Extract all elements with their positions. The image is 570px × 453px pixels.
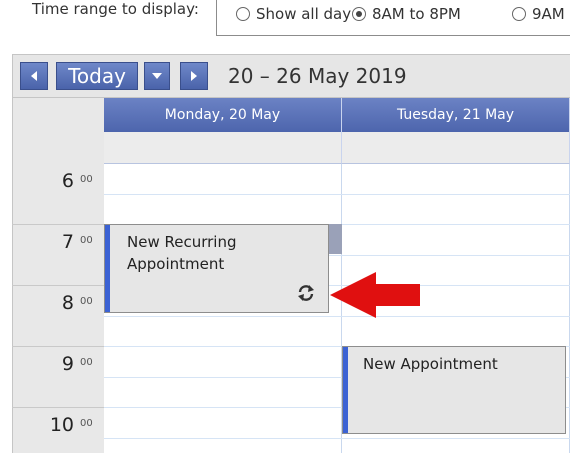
all-day-cell-tuesday[interactable] bbox=[342, 132, 570, 164]
appointment[interactable]: New Appointment bbox=[342, 346, 566, 434]
radio-8am-8pm[interactable]: 8AM to 8PM bbox=[352, 5, 461, 23]
minute-label: 00 bbox=[80, 235, 93, 246]
hour-label-7: 7 bbox=[61, 231, 74, 253]
appointment-status-bar bbox=[343, 347, 348, 433]
appointment-title: New Appointment bbox=[363, 355, 498, 373]
radio-label: 8AM to 8PM bbox=[372, 5, 461, 23]
appointment-overflow-strip bbox=[329, 224, 342, 254]
today-button[interactable]: Today bbox=[56, 62, 138, 90]
time-range-label: Time range to display: bbox=[32, 0, 199, 18]
next-week-button[interactable] bbox=[180, 62, 208, 90]
prev-week-button[interactable] bbox=[20, 62, 48, 90]
minute-label: 00 bbox=[80, 174, 93, 185]
appointment-status-bar bbox=[105, 225, 110, 312]
hour-divider bbox=[12, 407, 104, 408]
radio-button[interactable] bbox=[512, 7, 526, 21]
grid-corner bbox=[12, 98, 104, 164]
hour-divider bbox=[12, 346, 104, 347]
hour-label-6: 6 bbox=[61, 170, 74, 192]
hour-label-9: 9 bbox=[61, 353, 74, 375]
today-dropdown-button[interactable] bbox=[144, 62, 170, 90]
appointment-title: New Recurring Appointment bbox=[127, 233, 237, 273]
caret-down-icon bbox=[152, 73, 162, 79]
chevron-right-icon bbox=[191, 71, 197, 81]
all-day-cell-monday[interactable] bbox=[104, 132, 342, 164]
half-hour-line bbox=[104, 438, 570, 439]
hour-divider bbox=[12, 224, 104, 225]
radio-label: Show all day bbox=[256, 5, 352, 23]
chevron-left-icon bbox=[31, 71, 37, 81]
radio-label: 9AM bbox=[532, 5, 565, 23]
radio-9am[interactable]: 9AM bbox=[512, 5, 565, 23]
day-header-tuesday[interactable]: Tuesday, 21 May bbox=[342, 98, 570, 132]
day-header-monday[interactable]: Monday, 20 May bbox=[104, 98, 342, 132]
hour-label-8: 8 bbox=[61, 292, 74, 314]
minute-label: 00 bbox=[80, 418, 93, 429]
radio-button-checked[interactable] bbox=[352, 7, 366, 21]
minute-label: 00 bbox=[80, 296, 93, 307]
recurrence-icon bbox=[298, 285, 314, 301]
hour-label-10: 10 bbox=[49, 414, 74, 436]
red-arrow-icon bbox=[330, 272, 420, 318]
radio-button[interactable] bbox=[236, 7, 250, 21]
half-hour-line bbox=[104, 194, 570, 195]
hour-divider bbox=[12, 285, 104, 286]
date-range-title: 20 – 26 May 2019 bbox=[228, 64, 407, 88]
minute-label: 00 bbox=[80, 357, 93, 368]
radio-show-all-day[interactable]: Show all day bbox=[236, 5, 351, 23]
